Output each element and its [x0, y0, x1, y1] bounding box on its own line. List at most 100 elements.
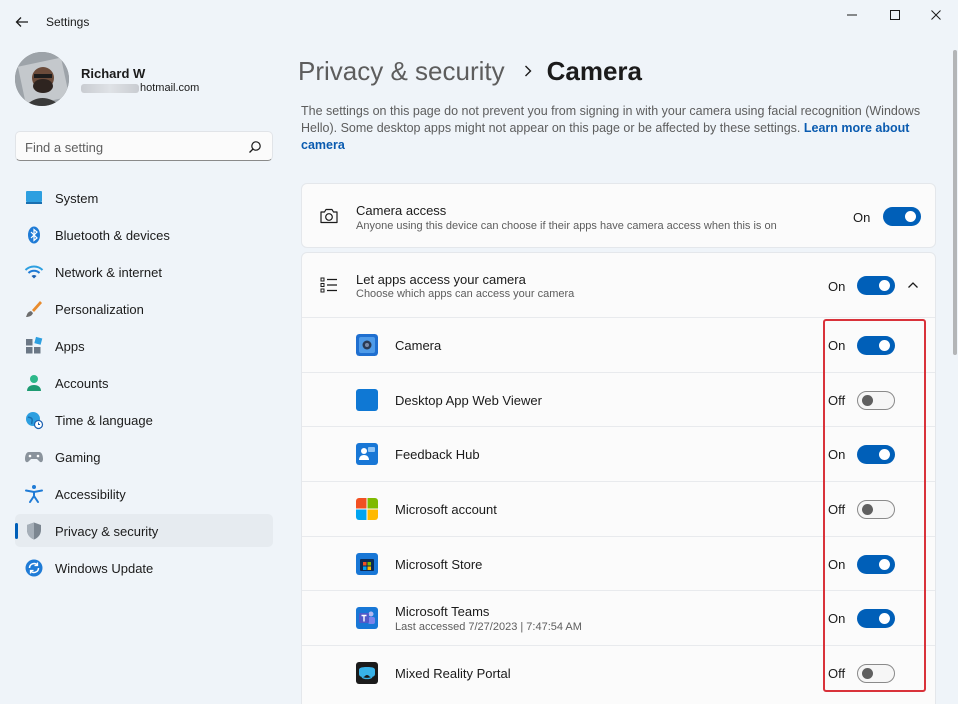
app-row-microsoft-teams: Microsoft Teams Last accessed 7/27/2023 … — [302, 590, 935, 645]
camera-access-title: Camera access — [356, 203, 447, 218]
toggle-knob — [862, 394, 873, 406]
breadcrumb-parent[interactable]: Privacy & security — [298, 56, 505, 87]
sidebar-item-label: Network & internet — [55, 265, 162, 280]
app-access-card: Let apps access your camera Choose which… — [301, 252, 936, 704]
sidebar-nav: System Bluetooth & devices Network & int… — [15, 181, 273, 588]
close-button[interactable] — [916, 4, 956, 26]
mixed-reality-portal-toggle[interactable] — [857, 664, 895, 684]
app-name: Microsoft account — [395, 502, 497, 518]
search-box[interactable] — [15, 131, 273, 161]
app-list: Camera On Desktop App Web Viewer Off Fee… — [302, 317, 935, 700]
brush-icon — [24, 299, 44, 319]
teams-icon — [356, 607, 378, 630]
app-state: On — [828, 556, 846, 572]
app-access-toggle[interactable] — [857, 276, 895, 295]
user-name: Richard W — [81, 66, 146, 81]
page-title: Camera — [546, 55, 643, 86]
search-input[interactable] — [25, 138, 240, 156]
app-state: Off — [828, 666, 846, 682]
user-email-domain: hotmail.com — [140, 82, 200, 94]
wifi-icon — [24, 262, 44, 282]
microsoft-account-toggle[interactable] — [857, 500, 895, 520]
minimize-icon — [847, 14, 857, 16]
toggle-knob — [862, 504, 873, 516]
sidebar-item-label: Windows Update — [55, 561, 154, 576]
sidebar-item-bluetooth-devices[interactable]: Bluetooth & devices — [15, 218, 273, 251]
camera-access-card: Camera access Anyone using this device c… — [301, 183, 936, 248]
sidebar-item-network[interactable]: Network & internet — [15, 255, 273, 288]
app-row-microsoft-account: Microsoft account Off — [302, 481, 935, 536]
microsoft-teams-toggle[interactable] — [857, 609, 895, 629]
sidebar-item-accounts[interactable]: Accounts — [15, 366, 273, 399]
app-access-title: Let apps access your camera — [356, 272, 526, 287]
sidebar-item-label: System — [55, 191, 99, 206]
microsoft-logo-icon — [356, 498, 378, 521]
scrollbar-thumb[interactable] — [953, 50, 957, 355]
toggle-knob — [879, 449, 890, 461]
accessibility-icon — [24, 484, 44, 504]
microsoft-store-toggle[interactable] — [857, 554, 895, 574]
search-icon[interactable] — [248, 140, 262, 154]
sidebar-item-label: Apps — [55, 339, 85, 354]
web-viewer-toggle[interactable] — [857, 390, 895, 410]
app-state: On — [828, 338, 846, 353]
toggle-knob — [879, 280, 890, 291]
feedback-hub-toggle[interactable] — [857, 445, 895, 465]
toggle-knob — [879, 613, 890, 625]
minimize-button[interactable] — [832, 4, 872, 26]
sidebar-item-label: Accessibility — [55, 487, 126, 502]
camera-access-subtitle: Anyone using this device can choose if t… — [356, 220, 777, 232]
camera-app-toggle[interactable] — [857, 336, 895, 355]
sidebar-item-label: Time & language — [55, 413, 153, 428]
title-bar: Settings — [0, 0, 958, 44]
sidebar-item-label: Accounts — [55, 376, 109, 391]
avatar — [15, 52, 69, 106]
app-state: On — [828, 447, 846, 463]
back-button[interactable] — [10, 10, 34, 34]
sidebar-item-personalization[interactable]: Personalization — [15, 292, 273, 325]
toggle-knob — [879, 558, 890, 570]
app-name: Desktop App Web Viewer — [395, 392, 542, 408]
sidebar-item-apps[interactable]: Apps — [15, 329, 273, 362]
sidebar-item-gaming[interactable]: Gaming — [15, 440, 273, 473]
last-accessed-text: Last accessed 7/27/2023 | 7:47:54 AM — [395, 621, 582, 634]
app-name: Mixed Reality Portal — [395, 666, 511, 682]
gamepad-icon — [24, 447, 44, 467]
chevron-right-icon — [523, 64, 533, 78]
maximize-button[interactable] — [875, 4, 915, 26]
app-name: Microsoft Store — [395, 556, 483, 572]
sidebar-item-privacy-security[interactable]: Privacy & security — [15, 514, 273, 547]
person-icon — [24, 373, 44, 393]
chevron-up-icon[interactable] — [906, 278, 920, 292]
camera-access-toggle[interactable] — [883, 207, 921, 226]
apps-icon — [24, 336, 44, 356]
toggle-knob — [879, 340, 890, 351]
app-state: Off — [828, 392, 846, 408]
user-profile[interactable]: Richard W hotmail.com — [15, 52, 285, 112]
toggle-knob — [862, 668, 873, 680]
sidebar-item-windows-update[interactable]: Windows Update — [15, 551, 273, 584]
sidebar-item-accessibility[interactable]: Accessibility — [15, 477, 273, 510]
app-state: Off — [828, 502, 846, 518]
app-name: Microsoft Teams — [395, 604, 490, 620]
breadcrumb: Privacy & security Camera — [298, 54, 642, 88]
web-viewer-icon — [356, 388, 378, 411]
sidebar-item-label: Privacy & security — [55, 524, 159, 539]
system-icon — [24, 188, 44, 208]
app-row-microsoft-store: Microsoft Store On — [302, 535, 935, 591]
app-row-desktop-app-web-viewer: Desktop App Web Viewer Off — [302, 371, 935, 427]
sidebar-item-label: Personalization — [55, 302, 144, 317]
app-name: Camera — [395, 338, 442, 353]
app-name: Feedback Hub — [395, 447, 480, 463]
maximize-icon — [890, 10, 900, 20]
app-row-camera: Camera On — [302, 317, 935, 372]
toggle-knob — [905, 211, 916, 222]
bluetooth-icon — [24, 225, 44, 245]
page-description: The settings on this page do not prevent… — [301, 103, 931, 154]
camera-access-state: On — [853, 210, 871, 225]
update-icon — [24, 558, 44, 578]
sidebar-item-system[interactable]: System — [15, 181, 273, 214]
close-icon — [931, 10, 941, 20]
sidebar-item-time-language[interactable]: Time & language — [15, 403, 273, 436]
back-arrow-icon — [15, 17, 28, 27]
